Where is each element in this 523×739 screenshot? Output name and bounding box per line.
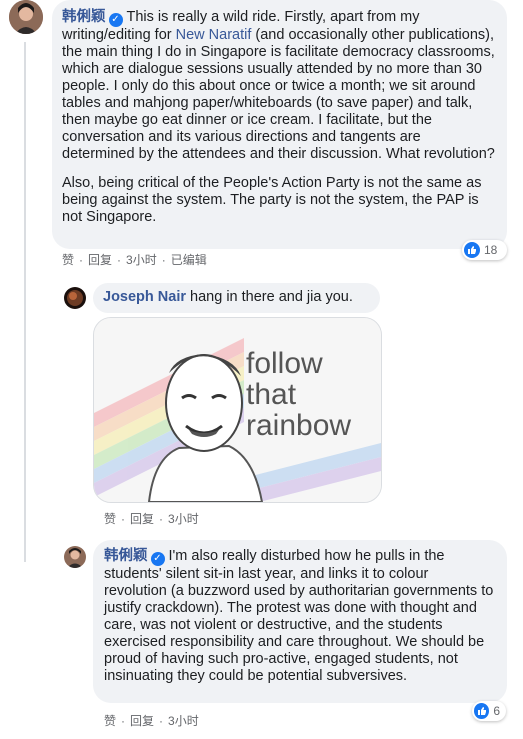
reply-button[interactable]: 回复 <box>130 512 154 526</box>
timestamp[interactable]: 3小时 <box>126 253 157 267</box>
reaction-count: 6 <box>493 704 500 718</box>
reply-text: I'm also really disturbed how he pulls i… <box>104 548 494 684</box>
reaction-count-badge[interactable]: 6 <box>472 701 506 721</box>
like-icon <box>474 703 490 719</box>
like-button[interactable]: 赞 <box>104 714 116 728</box>
comment-body: 韩俐颖 ✓ This is really a wild ride. Firstly,… <box>62 9 495 163</box>
reply-text: hang in there and jia you. <box>190 289 353 305</box>
verified-badge-icon: ✓ <box>108 13 123 27</box>
avatar[interactable] <box>64 546 86 568</box>
reply-author[interactable]: Joseph Nair <box>103 289 186 305</box>
attached-image[interactable]: follow that rainbow <box>93 317 382 503</box>
verified-badge-icon: ✓ <box>150 552 165 566</box>
comment-bubble: 韩俐颖 ✓ This is really a wild ride. Firstly,… <box>52 0 507 249</box>
new-naratif-link[interactable]: New Naratif <box>176 27 252 43</box>
reaction-count-badge[interactable]: 18 <box>462 240 507 260</box>
comment-paragraph-2: Also, being critical of the People's Act… <box>62 175 482 225</box>
reaction-count: 18 <box>484 243 498 257</box>
timestamp[interactable]: 3小时 <box>168 512 199 526</box>
reply-author[interactable]: 韩俐颖 <box>104 548 148 564</box>
comment-author[interactable]: 韩俐颖 <box>62 9 106 25</box>
reply-actions: 赞 · 回复 · 3小时 <box>104 512 199 526</box>
reply-actions: 赞 · 回复 · 3小时 <box>104 714 199 728</box>
reply-bubble: Joseph Nair hang in there and jia you. <box>93 283 380 313</box>
thread-line <box>24 42 26 562</box>
edited-label: 已编辑 <box>170 253 207 267</box>
person-avatar-icon <box>64 287 86 309</box>
person-avatar-icon <box>9 0 43 34</box>
reply-button[interactable]: 回复 <box>130 714 154 728</box>
reply-button[interactable]: 回复 <box>88 253 112 267</box>
image-caption: follow that rainbow <box>246 347 352 442</box>
comment-text-part2: (and occasionally other publications), t… <box>62 27 495 162</box>
avatar[interactable] <box>64 287 86 309</box>
avatar[interactable] <box>9 0 43 34</box>
like-button[interactable]: 赞 <box>104 512 116 526</box>
reply-bubble: 韩俐颖 ✓ I'm also really disturbed how he pul… <box>93 540 507 703</box>
comment-actions: 赞 · 回复 · 3小时 · 已编辑 <box>62 253 207 267</box>
timestamp[interactable]: 3小时 <box>168 714 199 728</box>
person-avatar-icon <box>64 546 86 568</box>
like-icon <box>464 242 480 258</box>
like-button[interactable]: 赞 <box>62 253 74 267</box>
